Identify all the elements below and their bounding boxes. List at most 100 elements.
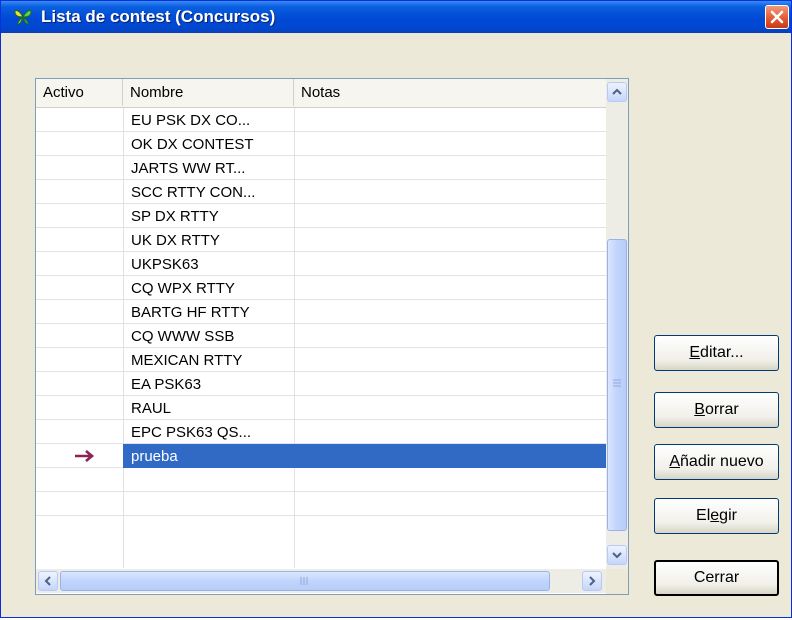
elegir-button[interactable]: Elegir: [654, 498, 779, 534]
contest-list-dialog: Lista de contest (Concursos) Activo Nomb…: [0, 0, 792, 618]
cell-notas: [294, 228, 606, 252]
arrow-right-icon: [75, 450, 95, 462]
chevron-right-icon: [589, 576, 596, 586]
cell-activo: [36, 444, 123, 468]
cell-nombre: BARTG HF RTTY: [131, 304, 250, 321]
table-row[interactable]: OK DX CONTEST: [36, 132, 606, 156]
cell-notas: [294, 324, 606, 348]
cell-activo: [36, 372, 123, 396]
table-row[interactable]: [36, 468, 606, 492]
vertical-scrollbar[interactable]: [606, 79, 628, 569]
cell-notas: [294, 300, 606, 324]
cell-activo: [36, 132, 123, 156]
cerrar-button[interactable]: Cerrar: [654, 560, 779, 596]
cell-activo: [36, 348, 123, 372]
cell-nombre: UK DX RTTY: [131, 232, 220, 249]
scrollbar-corner: [606, 569, 628, 594]
cell-activo: [36, 276, 123, 300]
cell-activo: [36, 180, 123, 204]
cell-notas: [294, 108, 606, 132]
table-row[interactable]: EU PSK DX CO...: [36, 108, 606, 132]
cell-nombre: [123, 468, 294, 492]
cell-activo: [36, 204, 123, 228]
cell-nombre: EA PSK63: [131, 376, 202, 393]
cell-notas: [294, 420, 606, 444]
list-header: Activo Nombre Notas: [36, 79, 606, 108]
cell-nombre: CQ WWW SSB: [131, 328, 235, 345]
cell-nombre: SCC RTTY CON...: [131, 184, 256, 201]
cell-nombre: JARTS WW RT...: [131, 160, 246, 177]
cell-notas: [294, 276, 606, 300]
borrar-label: orrar: [704, 401, 739, 418]
borrar-accelerator: B: [694, 401, 705, 418]
anadir-label: ñadir nuevo: [680, 453, 764, 470]
scroll-down-button[interactable]: [607, 545, 627, 565]
cell-nombre: [123, 492, 294, 516]
window-title: Lista de contest (Concursos): [41, 7, 276, 26]
cell-activo: [36, 252, 123, 276]
table-row[interactable]: BARTG HF RTTY: [36, 300, 606, 324]
editar-button[interactable]: Editar...: [654, 335, 779, 371]
grip-icon: [300, 577, 308, 585]
scroll-left-button[interactable]: [38, 571, 58, 591]
column-header-nombre[interactable]: Nombre: [123, 79, 294, 106]
scroll-up-button[interactable]: [607, 82, 627, 102]
horizontal-scroll-thumb[interactable]: [60, 571, 550, 591]
table-row[interactable]: JARTS WW RT...: [36, 156, 606, 180]
cell-nombre: EPC PSK63 QS...: [131, 424, 252, 441]
table-row[interactable]: prueba: [36, 444, 606, 468]
cell-activo: [36, 156, 123, 180]
cell-notas: [294, 348, 606, 372]
cell-notas: [294, 468, 606, 492]
cell-activo: [36, 468, 123, 492]
table-row[interactable]: RAUL: [36, 396, 606, 420]
cell-activo: [36, 300, 123, 324]
chevron-left-icon: [44, 576, 51, 586]
column-header-activo[interactable]: Activo: [36, 79, 123, 106]
cell-nombre: RAUL: [131, 400, 172, 417]
table-row[interactable]: CQ WPX RTTY: [36, 276, 606, 300]
cell-notas: [294, 492, 606, 516]
grip-icon: [613, 379, 621, 387]
title-bar[interactable]: Lista de contest (Concursos): [1, 1, 791, 33]
chevron-up-icon: [612, 88, 622, 95]
cell-notas: [294, 204, 606, 228]
chevron-down-icon: [612, 552, 622, 559]
anadir-nuevo-button[interactable]: Añadir nuevo: [654, 444, 779, 480]
table-row[interactable]: UKPSK63: [36, 252, 606, 276]
cell-activo: [36, 108, 123, 132]
cell-activo: [36, 324, 123, 348]
table-row[interactable]: EA PSK63: [36, 372, 606, 396]
editar-label: ditar...: [700, 344, 744, 361]
cell-activo: [36, 396, 123, 420]
contest-listview[interactable]: Activo Nombre Notas EU PSK DX CO... OK DX…: [35, 78, 629, 595]
cell-nombre: prueba: [123, 444, 294, 468]
cell-nombre: OK DX CONTEST: [131, 136, 254, 153]
elegir-accelerator: e: [710, 507, 720, 524]
close-icon: [770, 10, 784, 24]
borrar-button[interactable]: Borrar: [654, 392, 779, 428]
cell-notas: [294, 252, 606, 276]
table-row[interactable]: MEXICAN RTTY: [36, 348, 606, 372]
close-button[interactable]: [765, 5, 789, 29]
cell-activo: [36, 420, 123, 444]
table-row[interactable]: [36, 492, 606, 516]
table-row[interactable]: CQ WWW SSB: [36, 324, 606, 348]
table-row[interactable]: UK DX RTTY: [36, 228, 606, 252]
elegir-suffix: gir: [719, 507, 737, 524]
table-row[interactable]: SCC RTTY CON...: [36, 180, 606, 204]
column-header-notas[interactable]: Notas: [294, 79, 606, 106]
butterfly-icon: [13, 8, 33, 26]
vertical-scroll-thumb[interactable]: [607, 239, 627, 531]
table-row[interactable]: EPC PSK63 QS...: [36, 420, 606, 444]
cell-notas: [294, 180, 606, 204]
table-row[interactable]: SP DX RTTY: [36, 204, 606, 228]
anadir-accelerator: A: [669, 453, 681, 470]
cell-notas: [294, 156, 606, 180]
horizontal-scrollbar[interactable]: [36, 569, 606, 593]
cell-activo: [36, 228, 123, 252]
scroll-right-button[interactable]: [582, 571, 602, 591]
cell-nombre: MEXICAN RTTY: [131, 352, 243, 369]
elegir-prefix: El: [696, 507, 711, 524]
cell-notas: [294, 396, 606, 420]
